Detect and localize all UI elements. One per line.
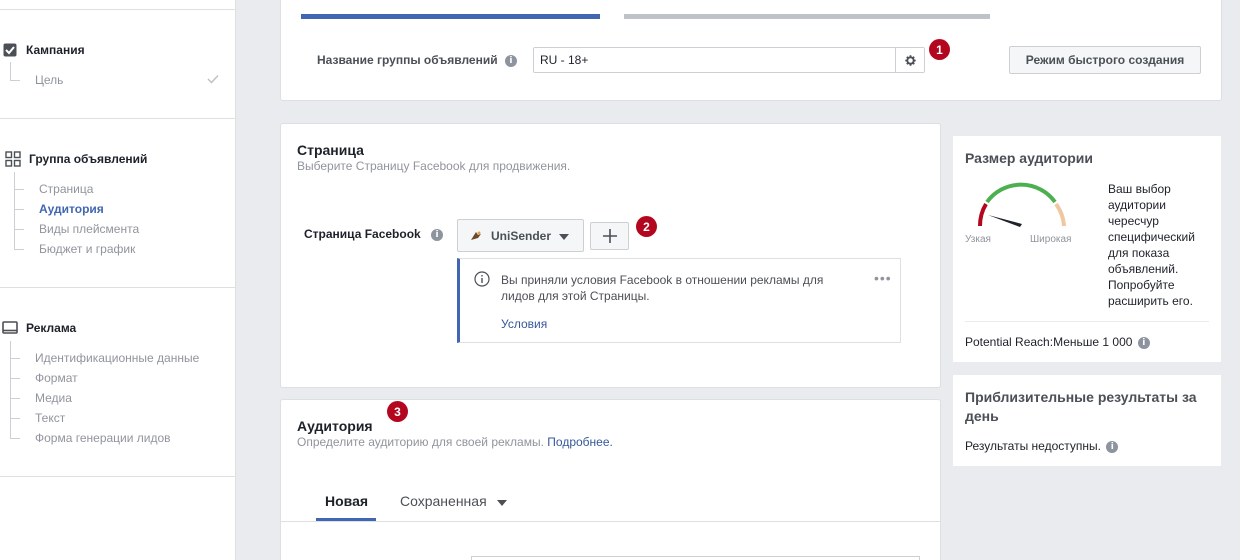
potential-reach: Potential Reach:Меньше 1 000 i (965, 335, 1150, 349)
gauge-wide-label: Широкая (1030, 234, 1072, 245)
quick-mode-button[interactable]: Режим быстрого создания (1009, 46, 1201, 74)
sidebar-item-media[interactable]: Медиа (35, 391, 72, 405)
gauge-needle (988, 215, 1022, 227)
sidebar-item-budget[interactable]: Бюджет и график (39, 242, 135, 256)
more-options-icon[interactable]: ••• (874, 270, 892, 286)
plus-icon (602, 229, 617, 243)
info-icon[interactable]: i (1137, 336, 1150, 349)
sidebar-item-text[interactable]: Текст (35, 411, 65, 425)
caret-down-icon (559, 229, 570, 243)
lead-terms-notice: Вы приняли условия Facebook в отношении … (457, 258, 901, 343)
sidebar: Кампания Цель Группа объявлений Страница… (0, 0, 236, 560)
audience-input-field[interactable] (471, 556, 920, 560)
daily-results-title: Приблизительные результаты за день (965, 389, 1197, 424)
potential-reach-value: Меньше 1 000 (1053, 335, 1133, 349)
gear-icon[interactable] (895, 48, 924, 72)
sidebar-item-label: Кампания (26, 43, 85, 57)
caret-down-icon (496, 493, 507, 509)
info-icon[interactable]: i (431, 228, 444, 241)
check-icon (207, 74, 219, 84)
sidebar-item-label: Группа объявлений (29, 152, 148, 166)
add-page-button[interactable] (590, 222, 629, 250)
sidebar-item-lead-form[interactable]: Форма генерации лидов (35, 431, 171, 445)
sidebar-item-ad[interactable]: Реклама (2, 320, 76, 336)
info-icon[interactable]: i (1106, 440, 1119, 453)
divider (965, 321, 1209, 322)
adset-name-label-wrap: Название группы объявлений i (317, 53, 517, 67)
sidebar-divider (0, 9, 235, 10)
sidebar-item-objective[interactable]: Цель (35, 73, 63, 87)
audience-gauge (977, 182, 1066, 227)
sidebar-divider (0, 118, 235, 119)
sidebar-item-page[interactable]: Страница (39, 182, 93, 196)
audience-section-subtitle: Определите аудиторию для своей рекламы. (297, 435, 544, 449)
selected-page-name: UniSender (491, 228, 552, 243)
terms-link[interactable]: Условия (501, 317, 547, 331)
audience-size-title: Размер аудитории (965, 150, 1094, 166)
tab-new-audience[interactable]: Новая (325, 493, 368, 509)
page-avatar-icon (469, 229, 483, 243)
potential-reach-label: Potential Reach: (965, 335, 1054, 349)
tab-saved-audience[interactable]: Сохраненная (400, 493, 507, 509)
sidebar-divider (0, 476, 235, 477)
audience-section-title: Аудитория (297, 418, 373, 434)
tab-active-indicator[interactable] (301, 14, 600, 19)
audience-section-subtitle-wrap: Определите аудиторию для своей рекламы. … (297, 435, 613, 449)
daily-results-status-wrap: Результаты недоступны. i (965, 439, 1119, 453)
audience-size-description: Ваш выбор аудитории чересчур специфическ… (1108, 182, 1195, 308)
adset-name-label: Название группы объявлений (317, 53, 498, 67)
grid-icon (5, 151, 21, 167)
step-badge-2: 2 (636, 216, 657, 237)
learn-more-link[interactable]: Подробнее. (547, 435, 613, 449)
tab-inactive-indicator[interactable] (624, 14, 990, 19)
step-badge-3: 3 (387, 401, 408, 422)
gauge-narrow-label: Узкая (965, 234, 991, 245)
info-circle-icon (474, 271, 490, 290)
monitor-icon (2, 320, 18, 336)
sidebar-divider (0, 287, 235, 288)
daily-results-status: Результаты недоступны. (965, 439, 1101, 453)
sidebar-item-adset[interactable]: Группа объявлений (5, 151, 147, 167)
sidebar-item-identity[interactable]: Идентификационные данные (35, 351, 199, 365)
step-badge-1: 1 (929, 39, 950, 60)
sidebar-item-format[interactable]: Формат (35, 371, 78, 385)
info-icon[interactable]: i (504, 54, 517, 67)
page-section-subtitle: Выберите Страницу Facebook для продвижен… (297, 159, 571, 173)
adset-name-input[interactable] (533, 47, 925, 73)
tab-saved-label: Сохраненная (400, 493, 487, 509)
tab-divider (280, 521, 941, 522)
notice-text: Вы приняли условия Facebook в отношении … (501, 273, 824, 303)
sidebar-item-placements[interactable]: Виды плейсмента (39, 222, 139, 236)
sidebar-item-label: Реклама (26, 321, 77, 335)
audience-card (280, 399, 941, 560)
facebook-page-label-wrap: Страница Facebook i (304, 227, 444, 241)
page-selector-dropdown[interactable]: UniSender (457, 219, 584, 252)
page-section-title: Страница (297, 142, 364, 158)
checkbox-icon (2, 42, 18, 58)
sidebar-item-campaign[interactable]: Кампания (2, 42, 85, 58)
facebook-page-label: Страница Facebook (304, 227, 421, 241)
sidebar-item-audience[interactable]: Аудитория (39, 202, 104, 216)
